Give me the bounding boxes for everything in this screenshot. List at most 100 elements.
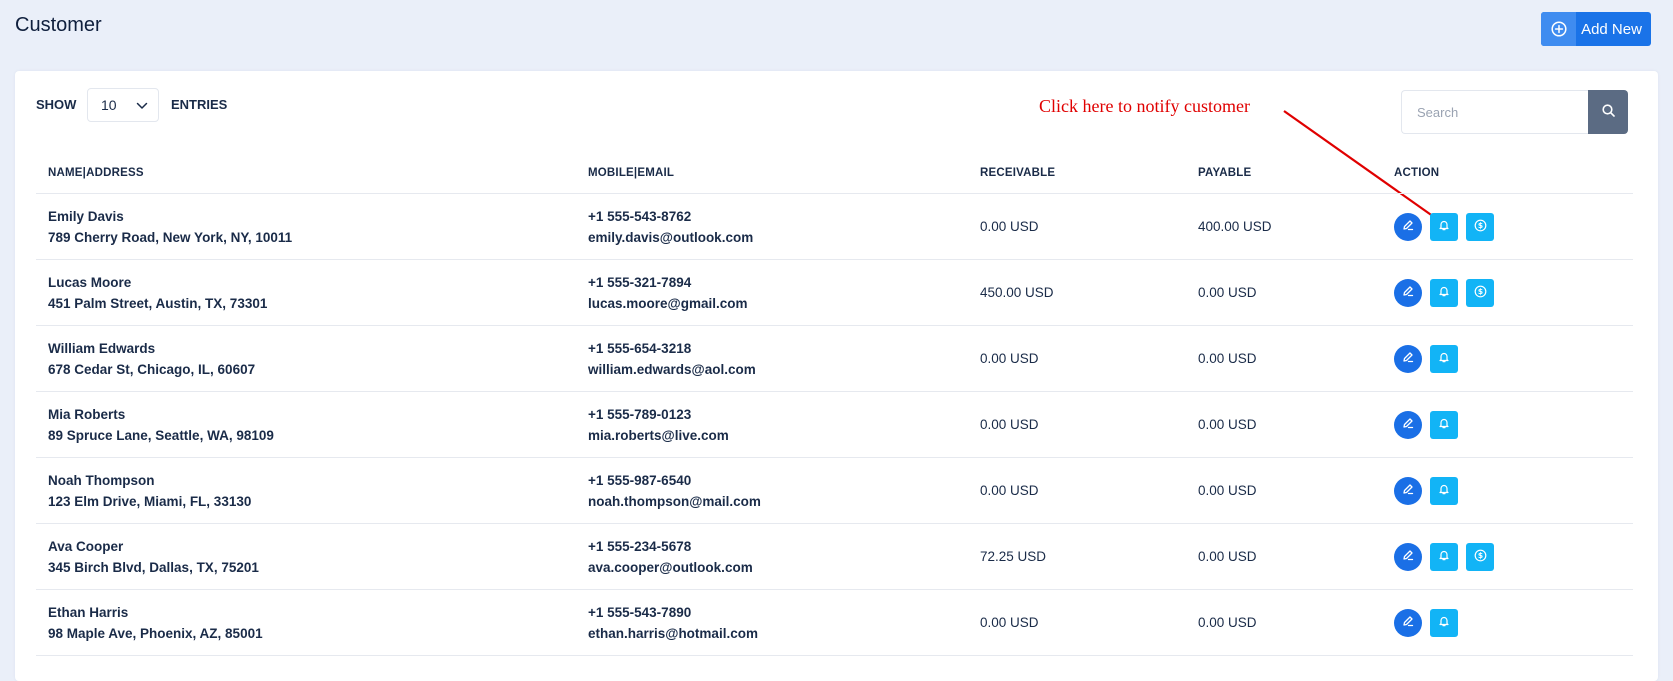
customer-mobile: +1 555-543-7890 <box>588 604 692 620</box>
name-address-cell: William Edwards 678 Cedar St, Chicago, I… <box>36 325 576 392</box>
customer-address: 451 Palm Street, Austin, TX, 73301 <box>48 295 268 311</box>
customer-name: Lucas Moore <box>48 274 132 290</box>
customer-email: lucas.moore@gmail.com <box>588 295 748 311</box>
column-header-payable[interactable]: PAYABLE <box>1186 153 1382 194</box>
column-header-receivable[interactable]: RECEIVABLE <box>968 153 1186 194</box>
pencil-icon <box>1402 615 1414 630</box>
action-cell <box>1382 391 1633 458</box>
plus-circle-icon <box>1541 12 1576 46</box>
customer-card: SHOW 10 ENTRIES Click here to notify cus… <box>15 71 1658 681</box>
dollar-circle-icon: $ <box>1474 549 1487 565</box>
notify-button[interactable] <box>1430 278 1458 307</box>
name-address-cell: Noah Thompson 123 Elm Drive, Miami, FL, … <box>36 457 576 524</box>
pencil-icon <box>1402 483 1414 498</box>
column-header-mobile-email[interactable]: MOBILE|EMAIL <box>576 153 968 194</box>
mobile-email-cell: +1 555-987-6540 noah.thompson@mail.com <box>576 457 968 524</box>
pencil-icon <box>1402 285 1414 300</box>
pencil-icon <box>1402 549 1414 564</box>
table-body: Emily Davis 789 Cherry Road, New York, N… <box>36 193 1633 656</box>
bell-icon <box>1438 285 1450 300</box>
name-address-cell: Lucas Moore 451 Palm Street, Austin, TX,… <box>36 259 576 326</box>
customer-email: emily.davis@outlook.com <box>588 229 754 245</box>
table-row: Emily Davis 789 Cherry Road, New York, N… <box>36 193 1633 260</box>
name-address-cell: Mia Roberts 89 Spruce Lane, Seattle, WA,… <box>36 391 576 458</box>
customer-address: 98 Maple Ave, Phoenix, AZ, 85001 <box>48 625 263 641</box>
mobile-email-cell: +1 555-321-7894 lucas.moore@gmail.com <box>576 259 968 326</box>
customer-mobile: +1 555-654-3218 <box>588 340 692 356</box>
customer-mobile: +1 555-234-5678 <box>588 538 692 554</box>
notify-button[interactable] <box>1430 344 1458 373</box>
customer-email: william.edwards@aol.com <box>588 361 756 377</box>
receivable-cell: 0.00 USD <box>968 325 1186 392</box>
notify-button[interactable] <box>1430 410 1458 439</box>
notify-button[interactable] <box>1430 608 1458 637</box>
edit-button[interactable] <box>1394 476 1422 505</box>
entries-select[interactable]: 10 <box>87 88 159 122</box>
action-cell: $ <box>1382 193 1633 260</box>
payment-button[interactable]: $ <box>1466 212 1494 241</box>
mobile-email-cell: +1 555-234-5678 ava.cooper@outlook.com <box>576 523 968 590</box>
edit-button[interactable] <box>1394 608 1422 637</box>
customer-address: 678 Cedar St, Chicago, IL, 60607 <box>48 361 256 377</box>
payable-cell: 0.00 USD <box>1186 523 1382 590</box>
svg-text:$: $ <box>1477 551 1482 560</box>
entries-value: 10 <box>101 97 117 113</box>
table-row: William Edwards 678 Cedar St, Chicago, I… <box>36 325 1633 392</box>
action-cell <box>1382 589 1633 656</box>
customer-email: ethan.harris@hotmail.com <box>588 625 758 641</box>
receivable-cell: 72.25 USD <box>968 523 1186 590</box>
edit-button[interactable] <box>1394 212 1422 241</box>
search-input[interactable] <box>1401 90 1588 134</box>
bell-icon <box>1438 483 1450 498</box>
search-box <box>1401 90 1632 134</box>
payable-cell: 400.00 USD <box>1186 193 1382 260</box>
receivable-cell: 0.00 USD <box>968 193 1186 260</box>
search-button[interactable] <box>1588 90 1628 134</box>
bell-icon <box>1438 615 1450 630</box>
pencil-icon <box>1402 417 1414 432</box>
show-label: SHOW <box>36 97 77 112</box>
action-cell <box>1382 457 1633 524</box>
notify-button[interactable] <box>1430 542 1458 571</box>
action-cell: $ <box>1382 259 1633 326</box>
notify-annotation: Click here to notify customer <box>1039 96 1250 116</box>
pencil-icon <box>1402 351 1414 366</box>
edit-button[interactable] <box>1394 344 1422 373</box>
add-new-button[interactable]: Add New <box>1541 12 1651 46</box>
payment-button[interactable]: $ <box>1466 278 1494 307</box>
customer-address: 789 Cherry Road, New York, NY, 10011 <box>48 229 293 245</box>
customer-address: 89 Spruce Lane, Seattle, WA, 98109 <box>48 427 274 443</box>
customer-email: mia.roberts@live.com <box>588 427 729 443</box>
payment-button[interactable]: $ <box>1466 542 1494 571</box>
bell-icon <box>1438 549 1450 564</box>
customer-name: Ava Cooper <box>48 538 124 554</box>
receivable-cell: 0.00 USD <box>968 391 1186 458</box>
page-title: Customer <box>15 14 102 36</box>
svg-text:$: $ <box>1477 287 1482 296</box>
search-icon <box>1601 104 1615 120</box>
svg-text:$: $ <box>1477 221 1482 230</box>
notify-button[interactable] <box>1430 212 1458 241</box>
mobile-email-cell: +1 555-543-8762 emily.davis@outlook.com <box>576 193 968 260</box>
edit-button[interactable] <box>1394 542 1422 571</box>
dollar-circle-icon: $ <box>1474 285 1487 301</box>
table-row: Mia Roberts 89 Spruce Lane, Seattle, WA,… <box>36 391 1633 458</box>
customer-address: 123 Elm Drive, Miami, FL, 33130 <box>48 493 252 509</box>
edit-button[interactable] <box>1394 278 1422 307</box>
receivable-cell: 0.00 USD <box>968 589 1186 656</box>
column-header-name-address[interactable]: NAME|ADDRESS <box>36 153 576 194</box>
table-row: Ava Cooper 345 Birch Blvd, Dallas, TX, 7… <box>36 523 1633 590</box>
bell-icon <box>1438 219 1450 234</box>
receivable-cell: 450.00 USD <box>968 259 1186 326</box>
customer-name: Ethan Harris <box>48 604 129 620</box>
name-address-cell: Emily Davis 789 Cherry Road, New York, N… <box>36 193 576 260</box>
receivable-cell: 0.00 USD <box>968 457 1186 524</box>
customer-name: Noah Thompson <box>48 472 155 488</box>
customer-mobile: +1 555-543-8762 <box>588 208 692 224</box>
table-header-row: NAME|ADDRESS MOBILE|EMAIL RECEIVABLE PAY… <box>36 153 1633 194</box>
notify-button[interactable] <box>1430 476 1458 505</box>
payable-cell: 0.00 USD <box>1186 259 1382 326</box>
mobile-email-cell: +1 555-543-7890 ethan.harris@hotmail.com <box>576 589 968 656</box>
edit-button[interactable] <box>1394 410 1422 439</box>
payable-cell: 0.00 USD <box>1186 457 1382 524</box>
